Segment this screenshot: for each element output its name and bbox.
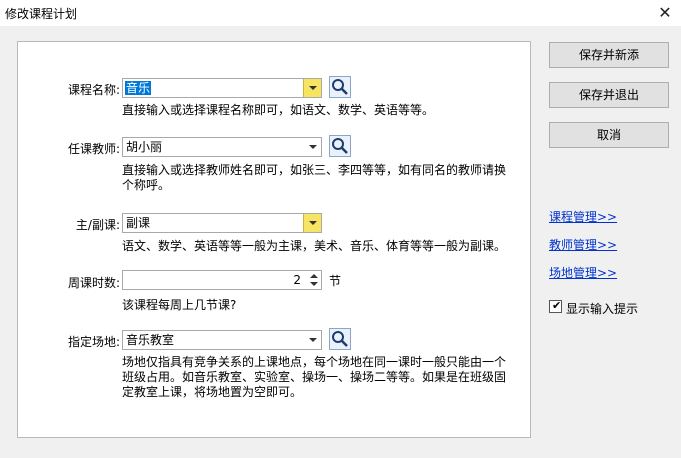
checkmark-icon: ✔: [552, 299, 562, 312]
teacher-search-button[interactable]: [329, 135, 351, 157]
weekly-periods-stepper[interactable]: 2: [122, 270, 322, 290]
weekly-periods-unit: 节: [329, 274, 342, 288]
save-and-new-button[interactable]: 保存并新添: [549, 42, 669, 68]
venue-search-button[interactable]: [329, 328, 351, 350]
stepper-buttons[interactable]: [307, 271, 321, 289]
chevron-down-icon[interactable]: [304, 331, 321, 349]
chevron-down-icon[interactable]: [303, 79, 321, 97]
course-search-button[interactable]: [329, 76, 351, 98]
search-icon: [332, 331, 348, 347]
teacher-label: 任课教师:: [67, 142, 120, 156]
venue-combo[interactable]: 音乐教室: [122, 330, 322, 350]
course-management-link[interactable]: 课程管理>>: [549, 208, 617, 225]
weekly-periods-hint: 该课程每周上几节课?: [122, 298, 237, 312]
venue-management-link[interactable]: 场地管理>>: [549, 264, 617, 281]
save-and-exit-button[interactable]: 保存并退出: [549, 82, 669, 108]
venue-hint-line1: 场地仅指具有竞争关系的上课地点，每个场地在同一课时一般只能由一个: [122, 355, 507, 369]
venue-label: 指定场地:: [67, 335, 120, 349]
course-name-label: 课程名称:: [67, 83, 120, 97]
title-bar: 修改课程计划 ✕: [0, 0, 681, 26]
teacher-combo[interactable]: 胡小丽: [122, 137, 322, 157]
teacher-value[interactable]: 胡小丽: [125, 140, 163, 154]
show-hint-label[interactable]: 显示输入提示: [566, 300, 638, 317]
search-icon: [332, 79, 348, 95]
teacher-hint-line2: 个称呼。: [122, 178, 171, 192]
stepper-up-icon[interactable]: [310, 274, 318, 278]
course-name-combo[interactable]: 音乐: [122, 78, 322, 98]
close-icon[interactable]: ✕: [653, 2, 677, 24]
venue-hint-line2: 班级占用。如音乐教室、实验室、操场一、操场二等等。如果是在班级固: [122, 370, 507, 384]
main-sub-value[interactable]: 副课: [125, 216, 151, 230]
window-title: 修改课程计划: [5, 7, 78, 21]
teacher-hint-line1: 直接输入或选择教师姓名即可，如张三、李四等等，如有同名的教师请换: [122, 163, 507, 177]
main-sub-combo[interactable]: 副课: [122, 213, 322, 233]
weekly-periods-value[interactable]: 2: [293, 273, 301, 287]
show-hint-checkbox[interactable]: ✔: [549, 299, 562, 313]
venue-value[interactable]: 音乐教室: [125, 333, 175, 347]
search-icon: [332, 138, 348, 154]
venue-hint-line3: 定教室上课，将场地置为空即可。: [122, 385, 303, 399]
chevron-down-icon[interactable]: [303, 214, 321, 232]
main-sub-label: 主/副课:: [75, 218, 120, 232]
teacher-management-link[interactable]: 教师管理>>: [549, 236, 617, 253]
cancel-button[interactable]: 取消: [549, 122, 669, 148]
chevron-down-icon[interactable]: [304, 138, 321, 156]
course-name-hint: 直接输入或选择课程名称即可，如语文、数学、英语等等。: [122, 103, 435, 117]
course-name-value[interactable]: 音乐: [125, 81, 152, 95]
main-sub-hint: 语文、数学、英语等等一般为主课，美术、音乐、体育等等一般为副课。: [122, 239, 507, 253]
weekly-periods-label: 周课时数:: [67, 276, 120, 290]
stepper-down-icon[interactable]: [310, 282, 318, 286]
